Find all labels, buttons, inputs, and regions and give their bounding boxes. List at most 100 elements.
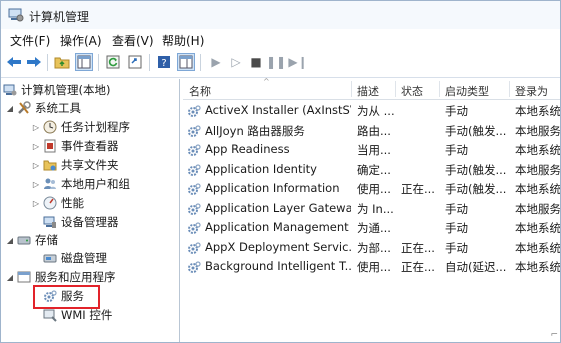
service-gear-icon [188, 124, 201, 137]
tree-local-users-groups[interactable]: ▷ 本地用户和组 [31, 175, 130, 193]
collapsed-arrow-icon[interactable]: ▷ [31, 199, 41, 208]
column-header-startup-type[interactable]: 启动类型 [445, 83, 489, 99]
cell-name: App Readiness [205, 142, 290, 156]
column-header-row: 名称 ^ 描述 状态 启动类型 登录为 [183, 77, 560, 100]
cell-status: 正在... [401, 240, 435, 255]
cell-startup-type: 手动 [445, 240, 468, 255]
table-row[interactable]: Application Layer Gatewa... 为 In... 手动 本地服务 [183, 199, 560, 219]
tree-storage[interactable]: ◢ 存储 [5, 231, 58, 249]
help-icon[interactable]: ? [155, 53, 173, 71]
device-manager-icon [43, 215, 57, 229]
collapsed-arrow-icon[interactable]: ▷ [31, 142, 41, 151]
service-gear-icon [188, 105, 201, 117]
cell-description: 当用... [357, 143, 391, 157]
restart-service-icon[interactable]: ▶❙ [288, 53, 307, 71]
tree-event-viewer[interactable]: ▷ 事件查看器 [31, 137, 119, 155]
cell-description: 为部... [357, 240, 391, 255]
menu-action[interactable]: 操作(A) [60, 32, 102, 49]
cell-log-on-as: 本地系统 [515, 260, 560, 274]
cell-description: 确定... [357, 162, 391, 177]
start-paused-icon[interactable]: ▷ [227, 53, 245, 71]
column-header-description[interactable]: 描述 [357, 83, 379, 99]
column-divider[interactable] [395, 81, 396, 97]
resize-grip-icon[interactable]: ⌐ [550, 330, 558, 340]
service-gear-icon [188, 144, 201, 156]
properties-icon[interactable] [177, 53, 195, 71]
tree-root[interactable]: 计算机管理(本地) [3, 81, 110, 99]
collapsed-arrow-icon[interactable]: ▷ [31, 161, 41, 170]
cell-name: AppX Deployment Servic... [205, 239, 351, 254]
service-gear-icon [188, 261, 201, 273]
expanded-arrow-icon[interactable]: ◢ [5, 236, 15, 245]
column-header-log-on-as[interactable]: 登录为 [515, 83, 548, 99]
table-row[interactable]: Background Intelligent T... 使用... 正在... 自动(… [183, 257, 560, 277]
cell-name: Application Layer Gatewa... [205, 200, 351, 215]
svg-text:?: ? [161, 58, 166, 69]
sort-ascending-icon: ^ [263, 77, 270, 86]
column-divider[interactable] [439, 81, 440, 97]
expanded-arrow-icon[interactable]: ◢ [5, 273, 15, 282]
cell-log-on-as: 本地系统 [515, 104, 560, 118]
highlight-box [33, 285, 100, 309]
cell-description: 为通... [357, 221, 391, 235]
cell-name: ActiveX Installer (AxInstSV) [205, 103, 351, 117]
expanded-arrow-icon[interactable]: ◢ [5, 104, 15, 113]
tree-shared-folders[interactable]: ▷ 共享文件夹 [31, 156, 119, 174]
forward-arrow-icon[interactable] [25, 53, 43, 71]
tree-device-manager[interactable]: 设备管理器 [43, 213, 119, 231]
column-header-status[interactable]: 状态 [401, 83, 423, 99]
menu-view[interactable]: 查看(V) [112, 32, 154, 49]
tree-disk-management[interactable]: 磁盘管理 [43, 249, 107, 267]
column-header-name[interactable]: 名称 [189, 83, 211, 99]
pause-service-icon[interactable]: ❚❚ [266, 53, 286, 71]
tree-services-and-applications[interactable]: ◢ 服务和应用程序 [5, 268, 116, 286]
service-gear-icon [188, 183, 201, 195]
collapsed-arrow-icon[interactable]: ▷ [31, 180, 41, 189]
table-row[interactable]: AllJoyn 路由器服务 路由... 手动(触发... 本地服务 [183, 121, 560, 141]
menu-bar: 文件(F) 操作(A) 查看(V) 帮助(H) [1, 29, 560, 49]
cell-status: 正在... [401, 260, 435, 274]
toolbar-separator [47, 54, 48, 71]
table-row[interactable]: App Readiness 当用... 手动 本地系统 [183, 140, 560, 160]
menu-file[interactable]: 文件(F) [10, 32, 50, 49]
computer-management-app-icon [8, 8, 24, 22]
tree-item-label: 事件查看器 [61, 139, 119, 153]
tree-performance[interactable]: ▷ 性能 [31, 194, 84, 212]
tree-root-label: 计算机管理(本地) [21, 83, 111, 97]
computer-management-icon [3, 83, 17, 97]
table-row[interactable]: Application Identity 确定... 手动(触发... 本地服务 [183, 160, 560, 180]
table-row[interactable]: AppX Deployment Servic... 为部... 正在... 手动 本地系… [183, 238, 560, 258]
tree-task-scheduler[interactable]: ▷ 任务计划程序 [31, 118, 130, 136]
table-row[interactable]: ActiveX Installer (AxInstSV) 为从 ... 手动 本地系统 [183, 101, 560, 121]
show-hide-tree-icon[interactable] [75, 53, 93, 71]
tree-system-tools[interactable]: ◢ 系统工具 [5, 99, 81, 117]
cell-name: Application Information [205, 181, 340, 195]
start-service-icon[interactable]: ▶ [207, 53, 225, 71]
tree-item-label: 性能 [61, 196, 84, 210]
toolbar-separator [200, 54, 201, 71]
event-viewer-icon [43, 139, 57, 153]
refresh-icon[interactable] [104, 53, 122, 71]
collapsed-arrow-icon[interactable]: ▷ [31, 123, 41, 132]
cell-startup-type: 手动(触发... [445, 162, 507, 177]
stop-service-icon[interactable]: ■ [247, 53, 265, 71]
menu-help[interactable]: 帮助(H) [162, 32, 204, 49]
tree-item-label: 服务和应用程序 [35, 270, 116, 284]
cell-startup-type: 自动(延迟... [445, 260, 507, 274]
back-arrow-icon[interactable] [5, 53, 23, 71]
service-gear-icon [188, 222, 201, 234]
export-list-icon[interactable] [126, 53, 144, 71]
cell-log-on-as: 本地系统 [515, 182, 560, 196]
disk-management-icon [43, 251, 57, 265]
table-row[interactable]: Application Information 使用... 正在... 手动(触发..… [183, 179, 560, 199]
tree-item-label: 磁盘管理 [61, 251, 107, 265]
cell-log-on-as: 本地服务 [515, 123, 560, 138]
folder-up-icon[interactable] [53, 53, 71, 71]
cell-log-on-as: 本地服务 [515, 201, 560, 216]
services-list: 名称 ^ 描述 状态 启动类型 登录为 ActiveX Installer (A… [183, 77, 560, 342]
column-divider[interactable] [509, 81, 510, 97]
cell-name: Application Management [205, 220, 349, 234]
table-row[interactable]: Application Management 为通... 手动 本地系统 [183, 218, 560, 238]
title-bar[interactable]: 计算机管理 [1, 1, 560, 29]
column-divider[interactable] [351, 81, 352, 97]
